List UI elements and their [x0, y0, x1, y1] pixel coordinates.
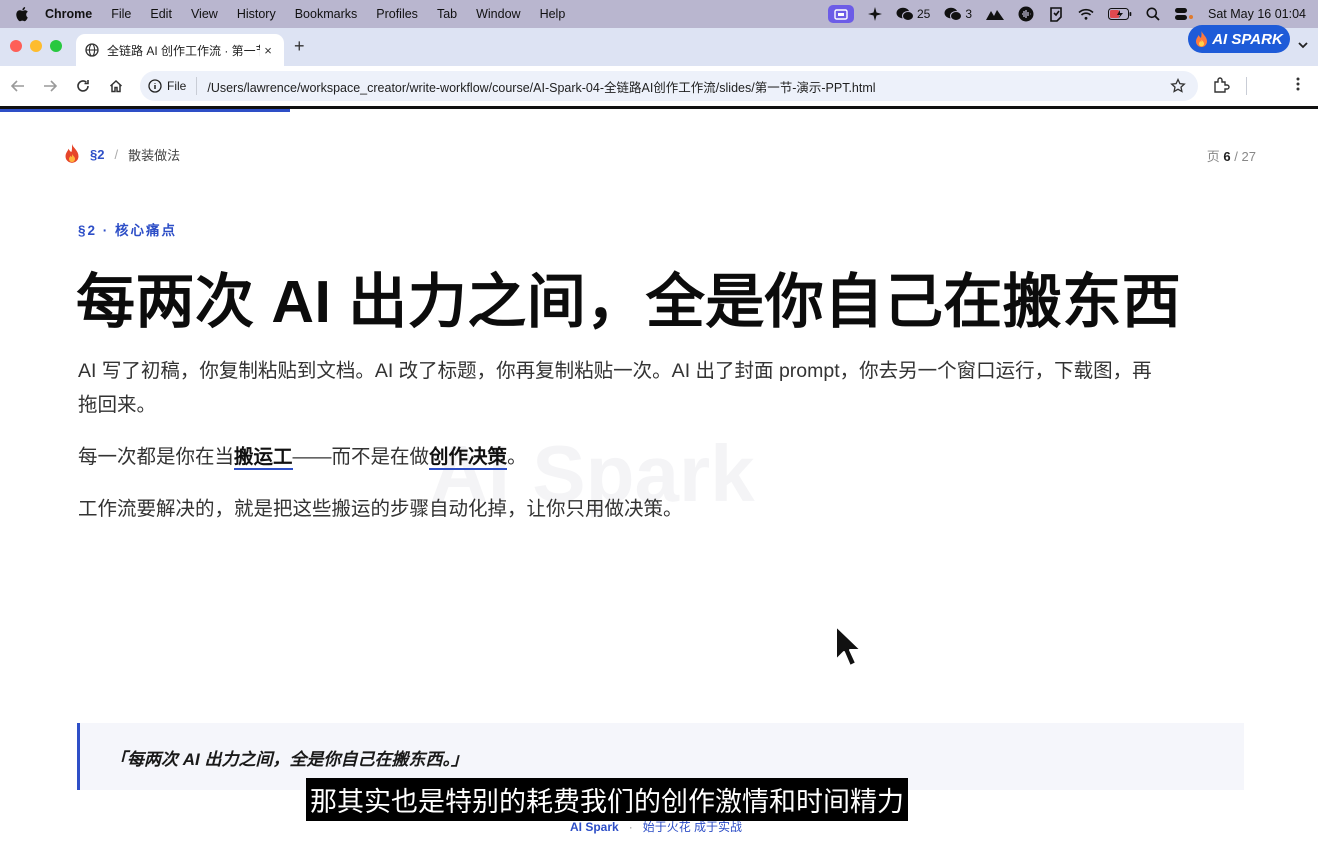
spotlight-search-icon[interactable]	[1146, 5, 1160, 23]
url-text[interactable]: /Users/lawrence/workspace_creator/write-…	[207, 77, 875, 96]
extensions-puzzle-icon[interactable]	[1212, 76, 1230, 99]
body-paragraph-2: 每一次都是你在当搬运工——而不是在做创作决策。	[78, 440, 1168, 474]
breadcrumb-section[interactable]: §2	[90, 147, 104, 162]
menu-history[interactable]: History	[237, 7, 276, 21]
ai-spark-brand-badge: AI SPARK	[1188, 25, 1290, 53]
section-eyebrow: §2 · 核心痛点	[78, 223, 178, 238]
menu-app-name[interactable]: Chrome	[45, 7, 92, 21]
toolbar-divider	[1246, 77, 1247, 95]
home-icon[interactable]	[106, 76, 126, 96]
breadcrumb-separator: /	[114, 146, 119, 162]
battery-icon[interactable]	[1108, 5, 1132, 23]
mouse-cursor-icon	[835, 625, 862, 667]
para2-text-b: ——而不是在做	[292, 446, 430, 468]
window-zoom-button[interactable]	[50, 40, 62, 52]
para2-text-c: 。	[507, 446, 527, 468]
control-center-icon[interactable]	[1174, 5, 1194, 23]
flame-icon	[1196, 30, 1208, 47]
para2-text-a: 每一次都是你在当	[78, 446, 235, 468]
apple-icon[interactable]	[15, 6, 29, 22]
tab-search-chevron-icon[interactable]	[1298, 38, 1308, 52]
slide-headline: 每两次 AI 出力之间，全是你自己在搬东西	[76, 269, 1182, 335]
menu-window[interactable]: Window	[476, 7, 520, 21]
page-separator: /	[1234, 149, 1238, 164]
wifi-icon[interactable]	[1078, 5, 1094, 23]
wechat-icon[interactable]: 25	[896, 5, 930, 23]
mountain-app-icon[interactable]	[986, 5, 1005, 23]
menu-bookmarks[interactable]: Bookmarks	[295, 7, 358, 21]
menu-help[interactable]: Help	[540, 7, 566, 21]
brand-badge-text: AI SPARK	[1212, 30, 1283, 48]
clipboard-icon[interactable]	[1048, 5, 1064, 23]
footer-dot: ·	[628, 820, 633, 834]
slide-progress-bar	[0, 109, 290, 112]
body-paragraph-3: 工作流要解决的，就是把这些搬运的步骤自动化掉，让你只用做决策。	[78, 498, 683, 520]
wechat-badge-count: 25	[916, 7, 931, 21]
browser-tab-active[interactable]: 全链路 AI 创作工作流 · 第一节 · ×	[76, 34, 284, 66]
site-info-chip[interactable]: File	[148, 77, 198, 95]
reload-icon[interactable]	[73, 76, 93, 96]
back-arrow-icon[interactable]	[8, 76, 28, 96]
tab-close-icon[interactable]: ×	[260, 43, 276, 58]
tab-title: 全链路 AI 创作工作流 · 第一节 ·	[107, 43, 260, 58]
audio-wave-icon[interactable]	[1018, 5, 1034, 23]
wechat-work-icon[interactable]: 3	[944, 5, 972, 23]
page-counter: 页 6 / 27	[1207, 146, 1256, 165]
footer-brand: AI Spark	[570, 820, 619, 834]
kebab-menu-icon[interactable]	[1296, 76, 1300, 97]
window-minimize-button[interactable]	[30, 40, 42, 52]
menu-tab[interactable]: Tab	[437, 7, 457, 21]
info-icon	[148, 79, 162, 93]
globe-icon	[85, 43, 99, 57]
emphasis-creative-decision: 创作决策	[429, 446, 508, 470]
pull-quote-text: 「每两次 AI 出力之间，全是你自己在搬东西。」	[110, 750, 468, 769]
breadcrumb: §2 / 散装做法	[64, 144, 180, 164]
page-label: 页	[1206, 149, 1220, 164]
menu-profiles[interactable]: Profiles	[376, 7, 418, 21]
bookmark-star-icon[interactable]	[1170, 78, 1186, 94]
footer-slogan: 始于火花 成于实战	[642, 820, 743, 834]
browser-toolbar: File /Users/lawrence/workspace_creator/w…	[0, 66, 1318, 106]
sparkle-icon[interactable]	[867, 5, 882, 23]
screen-record-icon[interactable]	[827, 5, 854, 23]
scheme-label: File	[167, 79, 187, 93]
breadcrumb-page: 散装做法	[128, 147, 181, 163]
window-close-button[interactable]	[10, 40, 22, 52]
body-paragraph-1: AI 写了初稿，你复制粘贴到文档。AI 改了标题，你再复制粘贴一次。AI 出了封…	[78, 360, 1152, 416]
address-bar[interactable]: File /Users/lawrence/workspace_creator/w…	[140, 71, 1198, 101]
page-total: 27	[1241, 149, 1256, 164]
page-current: 6	[1223, 149, 1231, 164]
flame-icon	[65, 144, 79, 163]
emphasis-porter: 搬运工	[234, 446, 293, 470]
macos-menubar: Chrome File Edit View History Bookmarks …	[0, 0, 1318, 28]
new-tab-button[interactable]: +	[294, 36, 305, 57]
browser-tab-strip: 全链路 AI 创作工作流 · 第一节 · × +	[0, 28, 1318, 66]
forward-arrow-icon[interactable]	[40, 76, 60, 96]
wechat-work-badge-count: 3	[965, 7, 973, 21]
menu-view[interactable]: View	[191, 7, 218, 21]
menu-file[interactable]: File	[111, 7, 131, 21]
menu-edit[interactable]: Edit	[150, 7, 172, 21]
video-subtitle: 那其实也是特别的耗费我们的创作激情和时间精力	[306, 778, 908, 821]
menubar-clock[interactable]: Sat May 16 01:04	[1208, 7, 1306, 21]
